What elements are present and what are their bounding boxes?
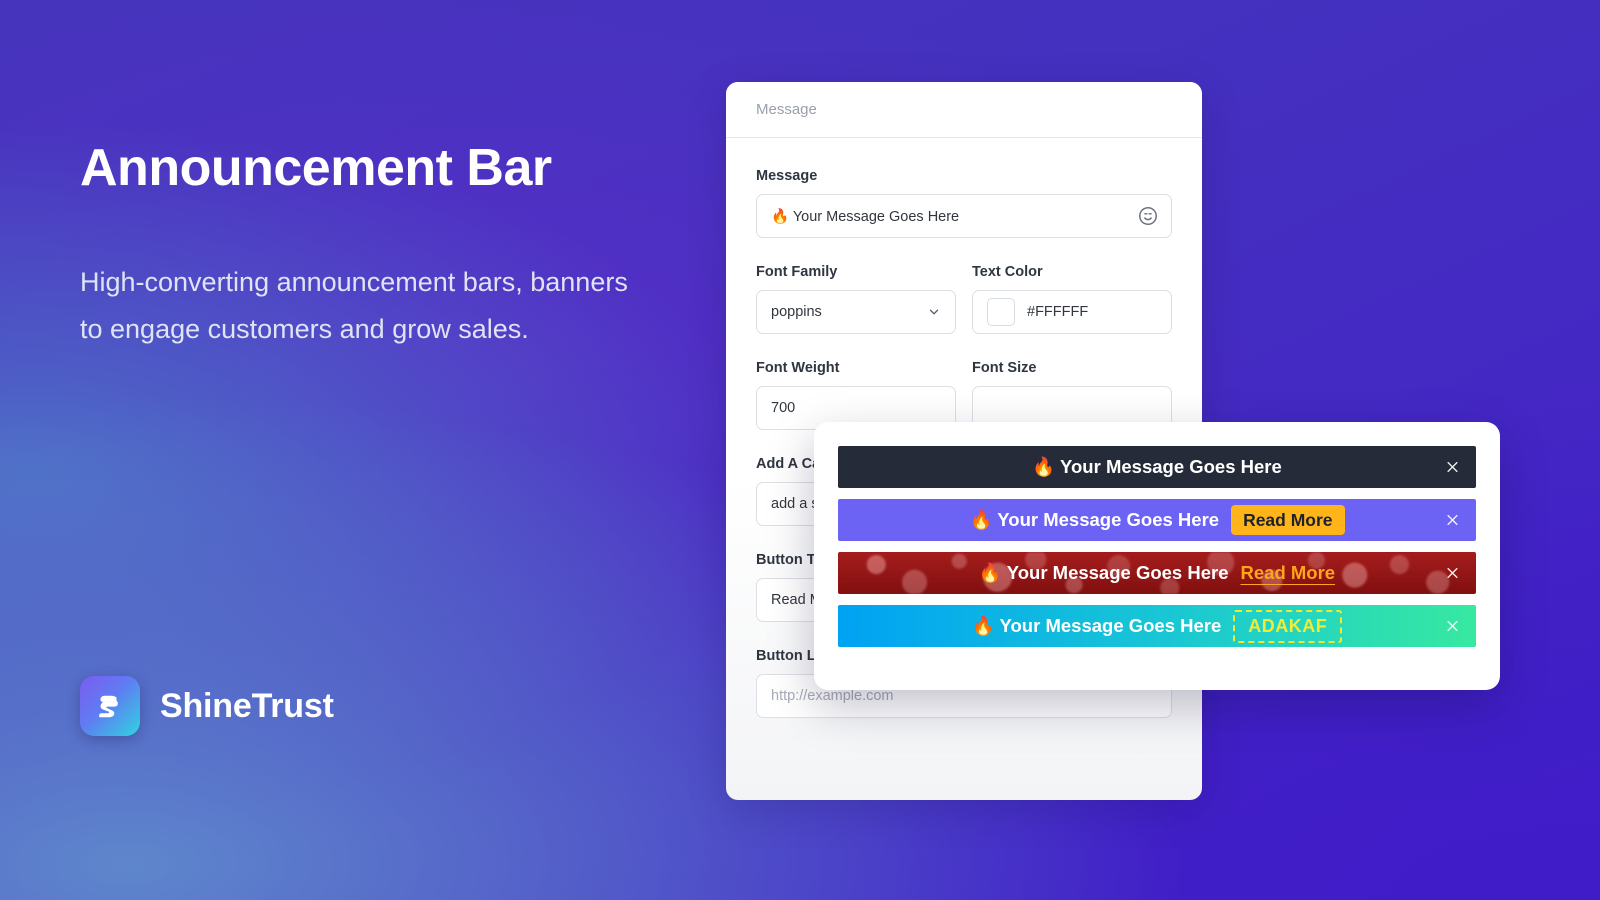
bar-message-text: 🔥 Your Message Goes Here <box>971 615 1222 636</box>
bar-content: 🔥 Your Message Goes Here Read More <box>969 504 1345 536</box>
tab-message[interactable]: Message <box>756 101 817 118</box>
preview-bar-gradient[interactable]: 🔥 Your Message Goes Here ADAKAF <box>838 605 1476 647</box>
close-x-icon[interactable] <box>1445 566 1460 581</box>
message-input-value: 🔥 Your Message Goes Here <box>771 208 960 225</box>
bar-content: 🔥 Your Message Goes Here Read More <box>979 562 1335 584</box>
font-weight-label: Font Weight <box>756 360 840 376</box>
hero-section: Announcement Bar High-converting announc… <box>80 139 680 352</box>
bar-message-text: 🔥 Your Message Goes Here <box>978 562 1229 583</box>
text-color-input[interactable]: #FFFFFF <box>972 290 1172 334</box>
message-label: Message <box>756 168 818 184</box>
preview-bar-purple[interactable]: 🔥 Your Message Goes Here Read More <box>838 499 1476 541</box>
panel-tabbar: Message <box>726 82 1202 138</box>
bar-cta-button[interactable]: Read More <box>1231 504 1345 536</box>
field-font-size: Font Size <box>972 360 1172 430</box>
close-x-icon[interactable] <box>1445 460 1460 475</box>
emoji-smiley-icon[interactable] <box>1137 205 1159 227</box>
row-font-family-text-color: Font Family poppins Text Color #FFFFFF <box>756 264 1172 334</box>
preview-bar-red[interactable]: 🔥 Your Message Goes Here Read More <box>838 552 1476 594</box>
shinetrust-s-logo-icon <box>80 676 140 736</box>
bar-cta-link[interactable]: Read More <box>1241 562 1336 584</box>
field-font-family: Font Family poppins <box>756 264 956 334</box>
bar-message-text: 🔥 Your Message Goes Here <box>969 509 1220 530</box>
text-color-value: #FFFFFF <box>1027 304 1089 320</box>
brand-name: ShineTrust <box>160 686 334 725</box>
font-family-value: poppins <box>771 304 822 320</box>
text-color-label: Text Color <box>972 264 1043 280</box>
field-text-color: Text Color #FFFFFF <box>972 264 1172 334</box>
font-size-label: Font Size <box>972 360 1037 376</box>
button-link-url-placeholder: http://example.com <box>771 688 894 704</box>
row-font-weight-font-size: Font Weight 700 Font Size <box>756 360 1172 430</box>
message-input[interactable]: 🔥 Your Message Goes Here <box>756 194 1172 238</box>
announcement-preview-panel: 🔥 Your Message Goes Here 🔥 Your Message … <box>814 422 1500 690</box>
hero-subtitle: High-converting announcement bars, banne… <box>80 267 628 344</box>
bar-message-text: 🔥 Your Message Goes Here <box>1032 456 1282 477</box>
preview-bar-dark[interactable]: 🔥 Your Message Goes Here <box>838 446 1476 488</box>
font-family-label: Font Family <box>756 264 838 280</box>
bar-content: 🔥 Your Message Goes Here ADAKAF <box>971 609 1343 643</box>
color-swatch[interactable] <box>987 298 1015 326</box>
chevron-down-icon <box>927 305 941 319</box>
font-family-select[interactable]: poppins <box>756 290 956 334</box>
field-font-weight: Font Weight 700 <box>756 360 956 430</box>
brand-logo: ShineTrust <box>80 676 334 736</box>
bar-coupon-code[interactable]: ADAKAF <box>1233 609 1343 643</box>
font-weight-value: 700 <box>771 400 796 416</box>
close-x-icon[interactable] <box>1445 619 1460 634</box>
page-title: Announcement Bar <box>80 139 552 197</box>
field-message: Message 🔥 Your Message Goes Here <box>756 168 1172 238</box>
close-x-icon[interactable] <box>1445 513 1460 528</box>
bar-content: 🔥 Your Message Goes Here <box>1032 456 1282 478</box>
